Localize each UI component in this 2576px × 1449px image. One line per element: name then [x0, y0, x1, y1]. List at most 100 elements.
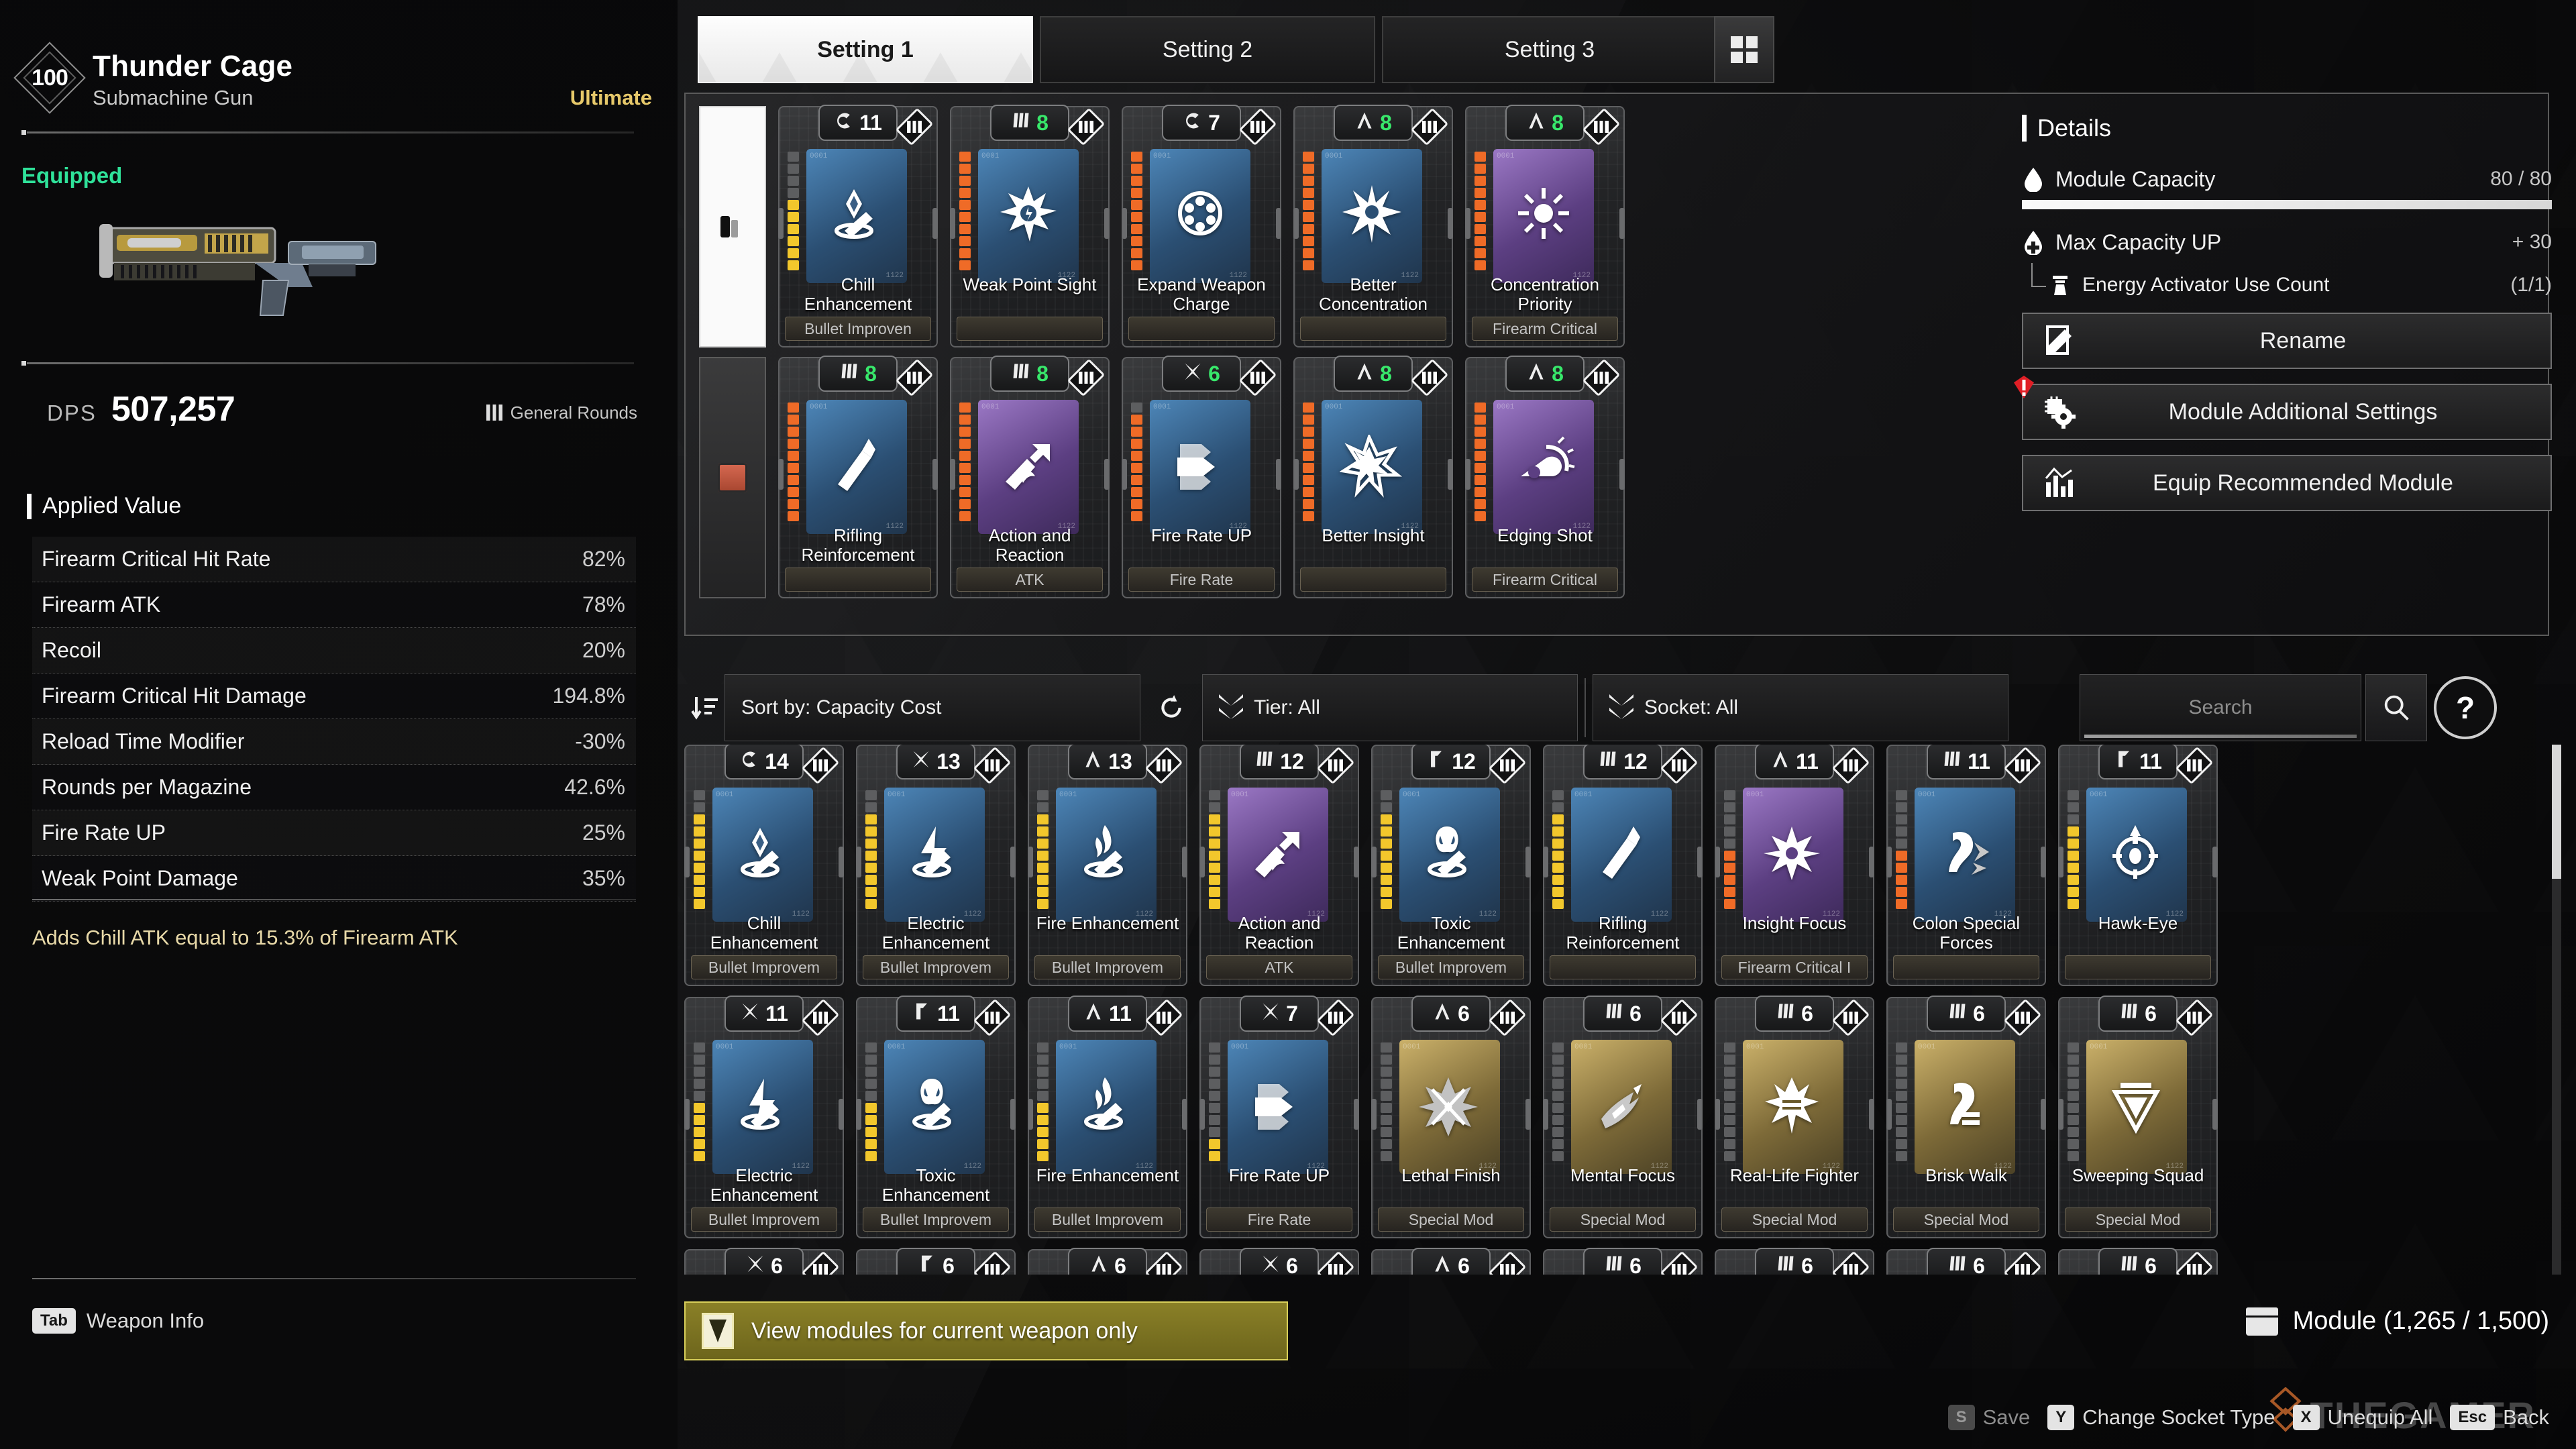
- module-card[interactable]: 11Electric EnhancementBullet Improvem: [684, 997, 844, 1238]
- card-notch: [1293, 459, 1299, 490]
- module-card[interactable]: 7Fire Rate UPFire Rate: [1199, 997, 1359, 1238]
- module-type: Fire Rate: [1206, 1208, 1352, 1232]
- weapon-info-panel: 100 Thunder Cage Submachine Gun Ultimate…: [0, 0, 678, 1449]
- hint-change-socket-type[interactable]: YChange Socket Type: [2047, 1405, 2275, 1430]
- sort-dropdown[interactable]: Sort by: Capacity Cost: [724, 674, 1140, 741]
- hint-back[interactable]: EscBack: [2450, 1405, 2549, 1430]
- module-card[interactable]: 11Hawk-Eye: [2058, 745, 2218, 986]
- module-card[interactable]: 6Real-Life FighterSpecial Mod: [1715, 1249, 1874, 1275]
- module-card[interactable]: 6Fire Rate UPFire Rate: [1122, 357, 1281, 598]
- socket-type-icon: [1354, 111, 1375, 135]
- module-card[interactable]: 8Edging ShotFirearm Critical: [1465, 357, 1625, 598]
- grid-view-button[interactable]: [1714, 16, 1774, 83]
- concentration-priority-icon: [1493, 149, 1594, 283]
- card-notch: [1525, 1099, 1531, 1130]
- better-insight-icon: [1322, 400, 1422, 534]
- module-level-bar: [2068, 790, 2079, 909]
- module-tier-icon: [896, 357, 932, 398]
- module-card[interactable]: 6Mental FocusSpecial Mod: [1543, 997, 1703, 1238]
- module-cost-value: 8: [1380, 363, 1392, 384]
- module-cost-tag: 14: [724, 745, 804, 780]
- module-card[interactable]: 8Better Insight: [1293, 357, 1453, 598]
- module-card[interactable]: 8Better Concentration: [1293, 106, 1453, 347]
- module-type: Bullet Improven: [785, 317, 931, 341]
- module-cost-tag: 6: [1068, 1248, 1147, 1275]
- module-card[interactable]: 11Toxic EnhancementBullet Improvem: [856, 997, 1016, 1238]
- hint-unequip-all[interactable]: XUnequip All: [2293, 1405, 2433, 1430]
- module-card[interactable]: 6Real-Life FighterSpecial Mod: [1715, 997, 1874, 1238]
- search-input[interactable]: Search: [2080, 674, 2361, 741]
- module-card[interactable]: 6Sweeping SquadSpecial Mod: [2058, 997, 2218, 1238]
- module-card[interactable]: 12Rifling Reinforcement: [1543, 745, 1703, 986]
- module-tier-icon: [1583, 357, 1619, 398]
- tab-setting-2[interactable]: Setting 2: [1040, 16, 1375, 83]
- module-card[interactable]: 6Brisk WalkSpecial Mod: [1886, 1249, 2046, 1275]
- rename-button[interactable]: Rename: [2022, 313, 2552, 369]
- module-card[interactable]: 8Rifling Reinforcement: [778, 357, 938, 598]
- checkbox-checked-icon: [702, 1313, 734, 1349]
- module-cost-tag: 12: [1240, 745, 1319, 780]
- search-button[interactable]: [2365, 674, 2427, 741]
- module-card[interactable]: 11Colon Special Forces: [1886, 745, 2046, 986]
- module-tier-icon: [1411, 357, 1448, 398]
- weapon-info-hint[interactable]: Tab Weapon Info: [32, 1308, 204, 1334]
- socket-type-icon: [1260, 1254, 1281, 1275]
- card-notch: [1886, 1099, 1892, 1130]
- dps-row: DPS 507,257 General Rounds: [47, 389, 637, 429]
- module-chip-slot[interactable]: [699, 357, 766, 598]
- module-card[interactable]: 12Toxic EnhancementBullet Improvem: [1371, 745, 1531, 986]
- max-capacity-row: Max Capacity UP + 30: [2022, 229, 2552, 255]
- tab-setting-3[interactable]: Setting 3: [1382, 16, 1717, 83]
- module-card[interactable]: 6Fire EnhancementBullet Improvem: [1028, 1249, 1187, 1275]
- module-card[interactable]: 6Toxic EnhancementBullet Improvem: [856, 1249, 1016, 1275]
- module-name: Rifling Reinforcement: [1550, 914, 1696, 953]
- module-cost-value: 11: [2139, 751, 2162, 772]
- module-card[interactable]: 8Concentration PriorityFirearm Critical: [1465, 106, 1625, 347]
- chip-icon: [718, 463, 747, 492]
- bar-chart-icon: [2041, 465, 2077, 501]
- module-card[interactable]: 6Lethal FinishSpecial Mod: [1371, 997, 1531, 1238]
- module-card[interactable]: 11Fire EnhancementBullet Improvem: [1028, 997, 1187, 1238]
- module-type: Bullet Improvem: [863, 1208, 1009, 1232]
- module-cost-value: 12: [1452, 751, 1476, 772]
- module-card[interactable]: 6Electric EnhancementBullet Improvem: [684, 1249, 844, 1275]
- module-card[interactable]: 13Fire EnhancementBullet Improvem: [1028, 745, 1187, 986]
- module-tier-icon: [1833, 1249, 1869, 1275]
- tab-setting-1[interactable]: Setting 1: [698, 16, 1033, 83]
- module-additional-settings-button[interactable]: Module Additional Settings: [2022, 384, 2552, 440]
- module-card[interactable]: 13Electric EnhancementBullet Improvem: [856, 745, 1016, 986]
- card-notch: [684, 847, 690, 877]
- module-card[interactable]: 11Insight FocusFirearm Critical I: [1715, 745, 1874, 986]
- module-card[interactable]: 6Lethal FinishSpecial Mod: [1371, 1249, 1531, 1275]
- module-card[interactable]: 12Action and ReactionATK: [1199, 745, 1359, 986]
- socket-type-icon: [1260, 1002, 1281, 1026]
- reset-filters-button[interactable]: [1140, 674, 1202, 741]
- weapon-equipped-status: Equipped: [21, 163, 122, 189]
- tier-dropdown[interactable]: Tier: All: [1202, 674, 1578, 741]
- weapon-slot[interactable]: [699, 106, 766, 347]
- module-card[interactable]: 8Action and ReactionATK: [950, 357, 1110, 598]
- module-grid-scrollbar[interactable]: [2552, 745, 2561, 1275]
- weapon-level-value: 100: [21, 50, 78, 106]
- card-notch: [950, 459, 955, 490]
- socket-dropdown[interactable]: Socket: All: [1593, 674, 2008, 741]
- module-card[interactable]: 14Chill EnhancementBullet Improvem: [684, 745, 844, 986]
- module-card[interactable]: 6Fire Rate UPFire Rate: [1199, 1249, 1359, 1275]
- module-cost-value: 11: [765, 1003, 788, 1024]
- module-card[interactable]: 6Mental FocusSpecial Mod: [1543, 1249, 1703, 1275]
- view-current-weapon-checkbox[interactable]: View modules for current weapon only: [684, 1301, 1288, 1360]
- hint-save[interactable]: SSave: [1948, 1405, 2031, 1430]
- module-card[interactable]: 8Weak Point Sight: [950, 106, 1110, 347]
- module-tier-icon: [2176, 997, 2212, 1038]
- equip-recommended-module-button[interactable]: Equip Recommended Module: [2022, 455, 2552, 511]
- electric-enhancement-icon: [712, 1040, 813, 1174]
- module-card[interactable]: 7Expand Weapon Charge: [1122, 106, 1281, 347]
- module-tier-icon: [2176, 745, 2212, 786]
- card-notch: [1869, 847, 1874, 877]
- module-card[interactable]: 6Sweeping SquadSpecial Mod: [2058, 1249, 2218, 1275]
- hint-label: Change Socket Type: [2082, 1405, 2275, 1430]
- module-card[interactable]: 11Chill EnhancementBullet Improven: [778, 106, 938, 347]
- help-button[interactable]: ?: [2434, 676, 2497, 739]
- module-card[interactable]: 6Brisk WalkSpecial Mod: [1886, 997, 2046, 1238]
- card-notch: [1104, 208, 1110, 239]
